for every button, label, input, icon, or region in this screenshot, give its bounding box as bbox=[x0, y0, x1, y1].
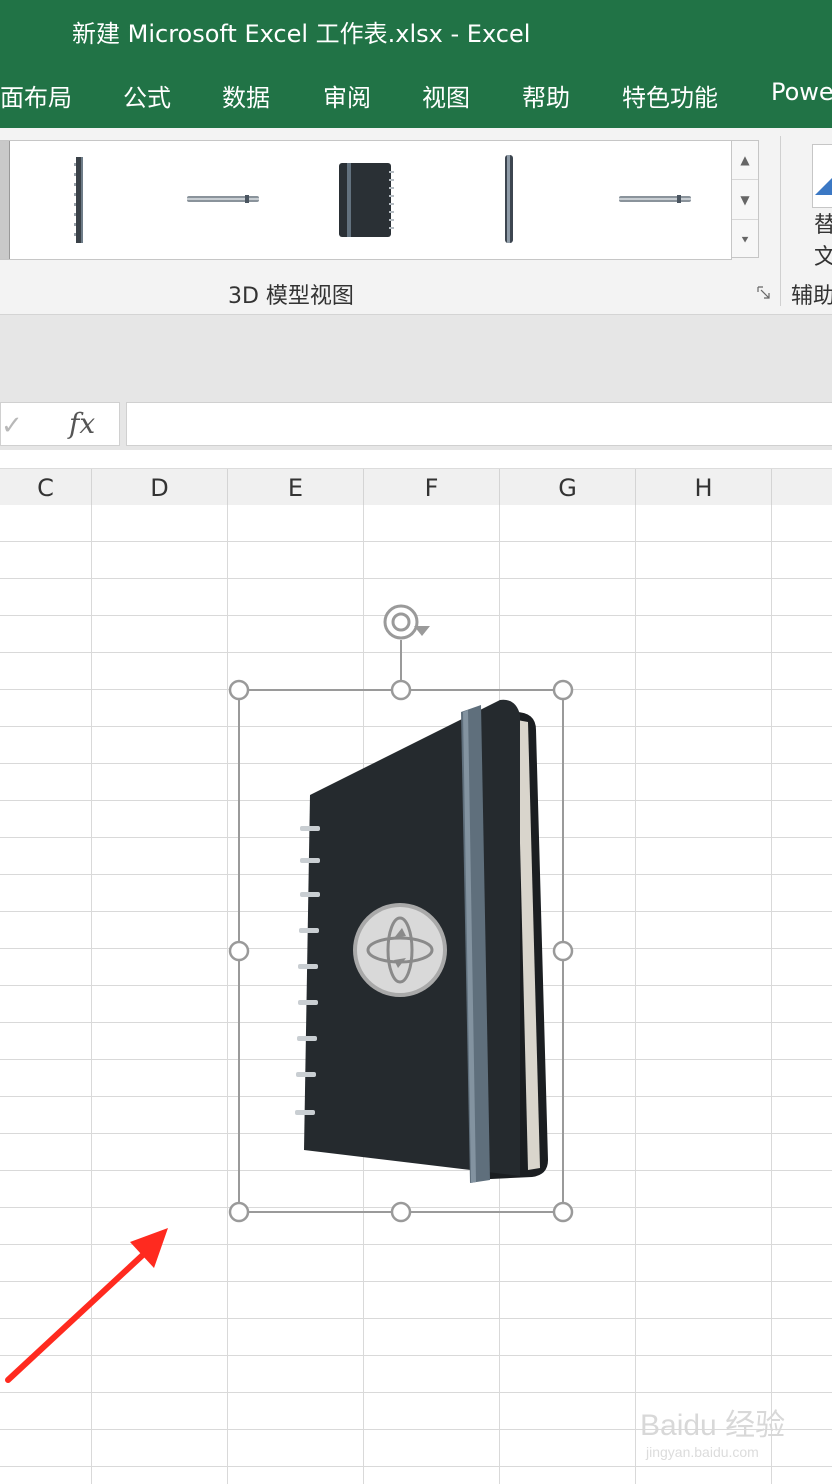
resize-handle-se bbox=[552, 1201, 574, 1223]
resize-handle-e bbox=[552, 940, 574, 962]
watermark-url: jingyan.baidu.com bbox=[646, 1444, 759, 1460]
watermark-logo: Baidu 经验 bbox=[640, 1409, 786, 1442]
resize-handle-ne bbox=[552, 679, 574, 701]
resize-handle-s bbox=[390, 1201, 412, 1223]
3d-rotate-icon[interactable] bbox=[353, 903, 447, 997]
annotation-arrow bbox=[5, 1228, 168, 1383]
model-svg bbox=[5, 604, 574, 1383]
model-layer bbox=[0, 0, 832, 1484]
rotate-handle-icon[interactable] bbox=[383, 604, 430, 640]
resize-handle-nw bbox=[228, 679, 250, 701]
resize-handle-sw bbox=[228, 1201, 250, 1223]
resize-handle-w bbox=[228, 940, 250, 962]
resize-handle-n bbox=[390, 679, 412, 701]
